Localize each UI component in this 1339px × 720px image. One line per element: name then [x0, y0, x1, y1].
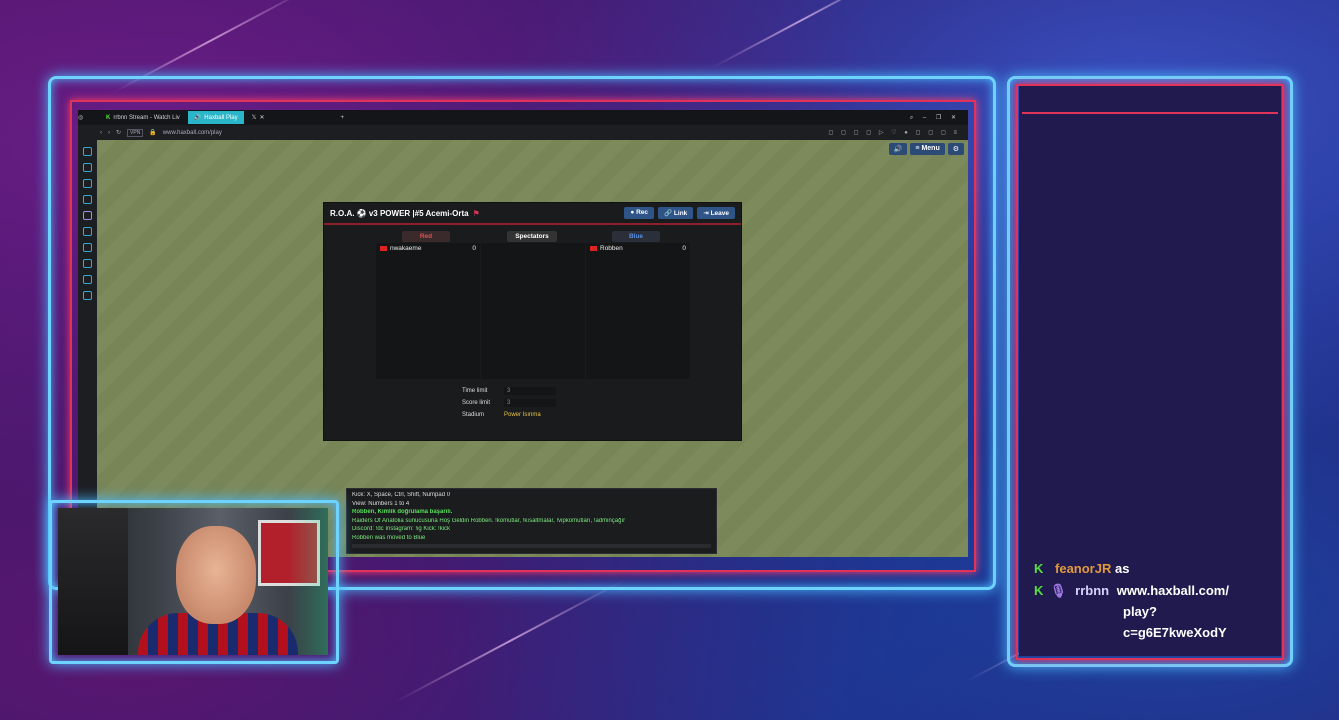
mic-badge-icon: 🎙: [1050, 583, 1067, 598]
chat-username[interactable]: feanorJR: [1055, 561, 1111, 576]
chat-username[interactable]: rrbnn: [1075, 583, 1109, 598]
x-sidebar-icon[interactable]: [82, 227, 92, 236]
sidebar-icon[interactable]: [82, 179, 92, 188]
team-red-header[interactable]: Red: [402, 231, 450, 242]
lock-icon: 🔒: [149, 130, 157, 136]
player-score: 0: [682, 245, 686, 252]
discord-icon[interactable]: [82, 211, 92, 220]
tab-label: Haxball Play: [204, 114, 238, 121]
streamer-face: [176, 526, 256, 624]
room-title: R.O.A. ⚽ v3 POWER |#5 Acemi-Orta: [330, 208, 469, 218]
kick-icon: K: [106, 114, 111, 121]
tab-bar: ◎ K rrbnn Stream - Watch Liv 🔊 Haxball P…: [78, 110, 968, 125]
tab-label: rrbnn Stream - Watch Liv: [113, 114, 180, 121]
sound-button[interactable]: 🔊: [888, 143, 908, 155]
player-score: 0: [472, 245, 476, 252]
stream-chat-header: [1022, 88, 1278, 114]
stream-chat-message: K feanorJR as: [1034, 561, 1129, 576]
kick-badge-icon: K: [1034, 583, 1044, 598]
x-logo-icon: 𝕏: [251, 115, 257, 121]
sidebar-icon[interactable]: [82, 195, 92, 204]
kick-badge-icon: K: [1034, 561, 1044, 576]
time-limit-label: Time limit: [462, 388, 488, 394]
chat-message-text: as: [1115, 561, 1130, 576]
forward-icon[interactable]: ›: [108, 130, 110, 136]
light-streak: [711, 0, 889, 69]
rec-button[interactable]: ● Rec: [624, 207, 655, 219]
chat-input[interactable]: [352, 544, 711, 548]
light-streak: [394, 579, 626, 703]
tab-kick-stream[interactable]: K rrbnn Stream - Watch Liv: [100, 111, 186, 124]
chat-line: Raiders Of Anatolia sunucusuna Hoş Geldi…: [352, 517, 626, 524]
browser-sidebar: [78, 140, 96, 557]
team-spectators-header[interactable]: Spectators: [507, 231, 557, 242]
game-toolbar: 🔊 ≡ Menu ⚙: [888, 143, 964, 155]
score-limit-label: Score limit: [462, 400, 491, 406]
team-spectators-list[interactable]: [481, 243, 585, 379]
chat-line: View: Numbers 1 to 4: [352, 500, 410, 507]
chat-line: Robben was moved to Blue: [352, 534, 426, 541]
player-row[interactable]: Robben 0: [586, 243, 690, 254]
sidebar-icon[interactable]: [82, 163, 92, 172]
room-dialog: R.O.A. ⚽ v3 POWER |#5 Acemi-Orta ⚑ ● Rec…: [323, 202, 742, 441]
score-limit-select[interactable]: 3: [504, 399, 556, 407]
team-blue-list[interactable]: Robben 0: [586, 243, 690, 379]
settings-button[interactable]: ⚙: [947, 143, 964, 155]
sidebar-icon[interactable]: [82, 147, 92, 156]
browser-logo-icon: ◎: [78, 115, 84, 121]
stadium-label: Stadium: [462, 412, 485, 418]
chat-icon[interactable]: [82, 275, 92, 284]
browser-window: ◎ K rrbnn Stream - Watch Liv 🔊 Haxball P…: [78, 110, 968, 557]
leave-button[interactable]: ⇥ Leave: [697, 207, 735, 219]
address-bar: ‹ › ↻ VPN 🔒 www.haxball.com/play ◻ ◻ ◻ ◻…: [78, 125, 968, 140]
player-name: Robben: [600, 245, 623, 252]
team-red-list[interactable]: nwakaeme 0: [376, 243, 480, 379]
player-name: nwakaeme: [390, 245, 422, 252]
speaker-icon: 🔊: [193, 115, 202, 121]
leave-label: Leave: [710, 210, 729, 217]
room-settings: Time limit 3 Score limit 3 Stadium Power Is…: [462, 385, 556, 421]
haxball-viewport: 🔊 ≡ Menu ⚙ R.O.A. ⚽ v3 POWER |#5 Acemi-O…: [97, 140, 968, 557]
vpn-badge[interactable]: VPN: [127, 128, 144, 137]
stream-chat-message: K 🎙 rrbnn www.haxball.com/: [1034, 583, 1229, 599]
chat-message-text: play?: [1123, 604, 1157, 619]
chat-message-text: c=g6E7kweXodY: [1123, 625, 1227, 640]
tab-x[interactable]: 𝕏 ✕: [246, 111, 271, 124]
clock-icon[interactable]: [82, 259, 92, 268]
window-controls[interactable]: ⌕ – ❐ ✕: [910, 114, 960, 122]
link-label: Link: [673, 210, 688, 217]
url-field[interactable]: www.haxball.com/play: [163, 130, 222, 136]
chat-message-text: www.haxball.com/: [1116, 583, 1229, 598]
close-icon[interactable]: ✕: [260, 114, 265, 121]
player-row[interactable]: nwakaeme 0: [376, 243, 480, 254]
menu-label: Menu: [921, 145, 940, 152]
toolbar-icons[interactable]: ◻ ◻ ◻ ◻ ▷ ♡ ● ◻ ◻ ◻ ≡: [828, 129, 960, 136]
link-button[interactable]: 🔗 Link: [658, 207, 694, 219]
menu-button[interactable]: ≡ Menu: [910, 143, 945, 155]
team-blue-header[interactable]: Blue: [612, 231, 660, 242]
trophy-shelf: [58, 508, 128, 655]
webcam-feed: [58, 508, 328, 655]
chat-line: Robben, Kimlik doğrulama başarılı.: [352, 509, 453, 515]
new-tab-icon[interactable]: +: [341, 115, 345, 121]
sidebar-icon[interactable]: [82, 243, 92, 252]
rec-label: Rec: [636, 209, 649, 216]
flag-icon: ⚑: [472, 208, 480, 218]
country-flag-icon: [590, 246, 597, 251]
gear-icon[interactable]: [82, 291, 92, 300]
time-limit-select[interactable]: 3: [504, 387, 556, 395]
chat-line: Kick: X, Space, Ctrl, Shift, Numpad 0: [352, 492, 451, 498]
room-header: R.O.A. ⚽ v3 POWER |#5 Acemi-Orta ⚑ ● Rec…: [324, 203, 741, 225]
back-icon[interactable]: ‹: [100, 130, 102, 136]
tab-haxball[interactable]: 🔊 Haxball Play: [187, 111, 244, 124]
reload-icon[interactable]: ↻: [116, 129, 121, 136]
green-light: [288, 508, 328, 655]
stadium-select[interactable]: Power Isınma: [504, 412, 541, 418]
chat-line: Discord: !dc Instagram: !ig Kick: !kick: [352, 526, 451, 532]
game-chat: Kick: X, Space, Ctrl, Shift, Numpad 0 Vi…: [346, 488, 717, 554]
country-flag-icon: [380, 246, 387, 251]
